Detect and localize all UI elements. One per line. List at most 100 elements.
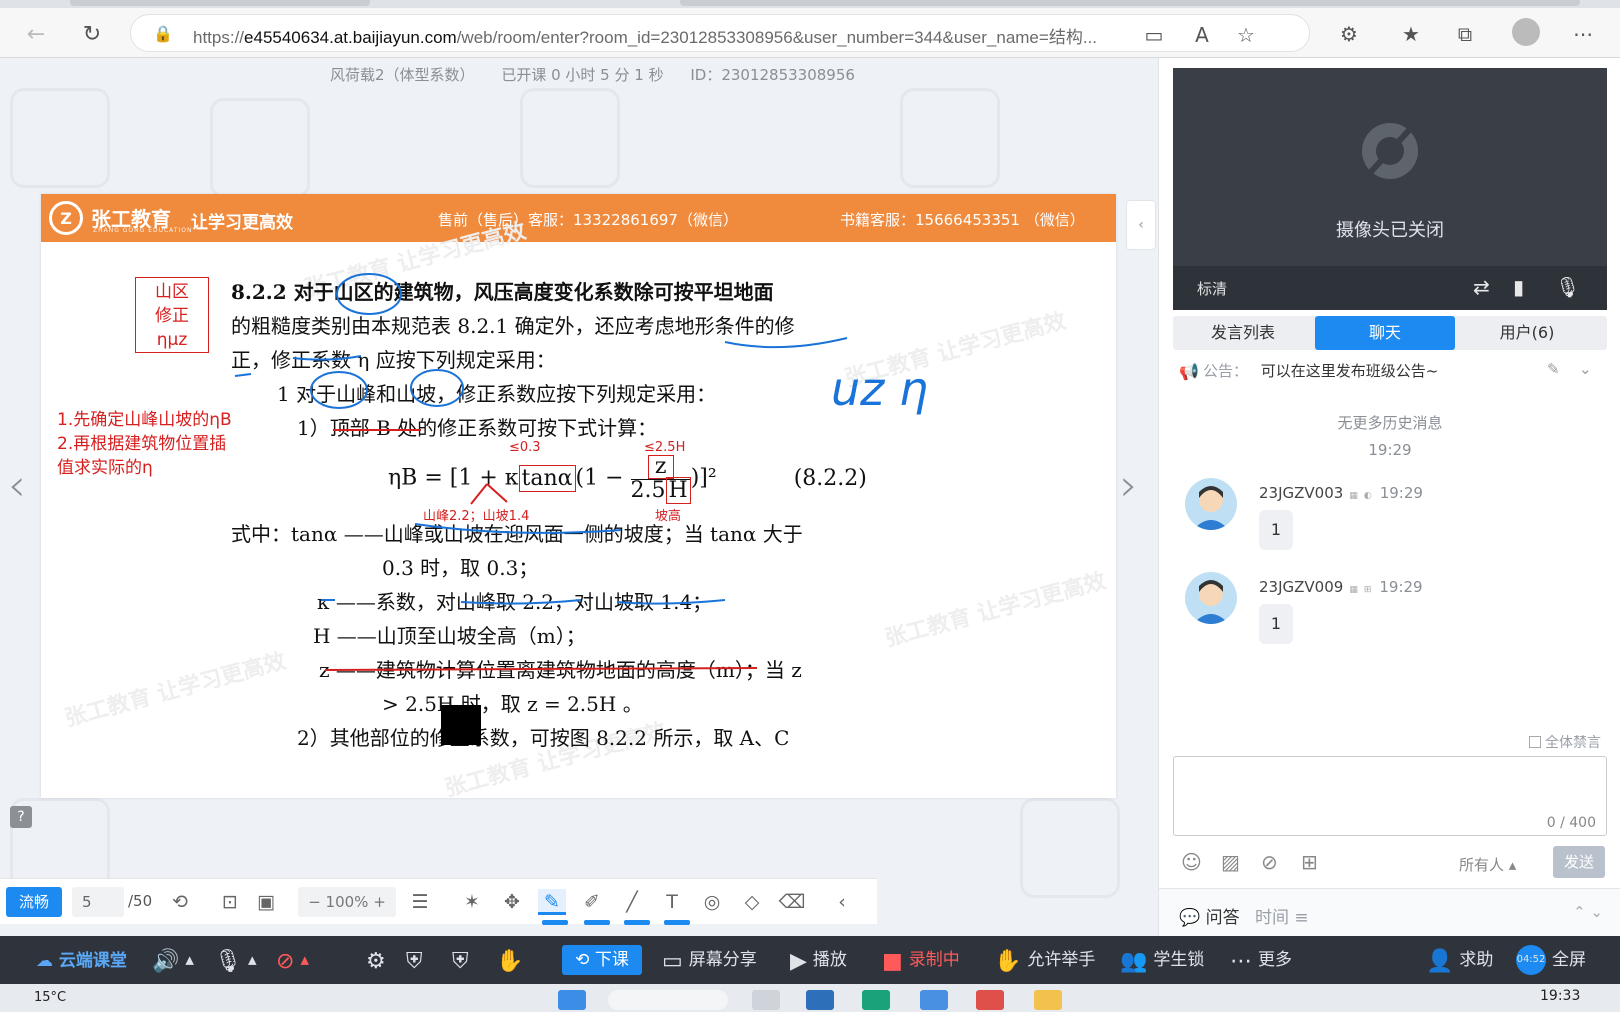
announcement-text: 可以在这里发布班级公告~ bbox=[1260, 362, 1439, 380]
profile-avatar[interactable] bbox=[1512, 18, 1540, 46]
fit-screen-icon[interactable]: ⊡ bbox=[216, 889, 244, 915]
room-id: ID：23012853308956 bbox=[690, 66, 855, 84]
avatar bbox=[1185, 478, 1237, 530]
screen-share-button[interactable]: ▭ 屏幕分享 bbox=[662, 936, 757, 984]
camera-site-icon[interactable]: ▭ bbox=[1141, 23, 1167, 47]
play-label: 播放 bbox=[812, 950, 847, 970]
edge-icon[interactable] bbox=[862, 990, 890, 1010]
address-bar[interactable]: 🔒 https://e45540634.at.baijiayun.com/web… bbox=[130, 14, 1310, 52]
tab-speaker-list[interactable]: 发言列表 bbox=[1173, 316, 1313, 350]
hand-settings-icon[interactable]: ✋ bbox=[496, 936, 529, 984]
help-icon[interactable]: ? bbox=[10, 806, 32, 828]
microphone-icon[interactable]: 🎙 bbox=[1555, 275, 1580, 299]
emoji-icon[interactable]: ☺ bbox=[1181, 850, 1202, 874]
fluency-button[interactable]: 流畅 bbox=[6, 887, 62, 917]
panel-tabs: 发言列表 聊天 用户(6) bbox=[1173, 316, 1607, 350]
student-lock-button[interactable]: 👥 学生锁 bbox=[1120, 936, 1204, 984]
camera-off-text: 摄像头已关闭 bbox=[1336, 220, 1444, 241]
megaphone-icon: 📢 bbox=[1179, 362, 1199, 381]
send-button[interactable]: 发送 bbox=[1553, 846, 1605, 878]
background-decoration bbox=[900, 88, 1000, 188]
add-shield-icon[interactable]: ⛨ bbox=[452, 936, 475, 984]
slide-toolbar: 流畅 5 /50 ⟲ ⊡ ▣ − 100% + ☰ ✶ ✥ ✎ ✐ ╱ T ◎ … bbox=[0, 878, 877, 925]
active-indicator bbox=[542, 920, 568, 925]
extensions-icon[interactable]: ⚙ bbox=[1336, 22, 1362, 46]
pen-icon[interactable]: ✎ bbox=[538, 889, 566, 915]
taskview-icon[interactable] bbox=[752, 990, 780, 1010]
notes-icon[interactable]: ☰ bbox=[406, 889, 434, 915]
text-icon[interactable]: T bbox=[658, 889, 686, 915]
move-icon[interactable]: ✥ bbox=[498, 889, 526, 915]
message-time: 19:29 bbox=[1379, 578, 1423, 596]
chevron-down-icon[interactable]: ⌄ bbox=[1579, 360, 1592, 378]
mic-icon[interactable]: 🎙 ▴ bbox=[214, 936, 256, 984]
more-button[interactable]: ⋯ 更多 bbox=[1230, 936, 1292, 984]
clear-icon[interactable]: ⌫ bbox=[778, 889, 806, 915]
tab-chat[interactable]: 聊天 bbox=[1315, 316, 1455, 350]
folder-icon[interactable] bbox=[1034, 990, 1062, 1010]
add-favorite-icon[interactable]: ☆ bbox=[1233, 23, 1259, 47]
windows-icon: ⊞ bbox=[1363, 585, 1372, 595]
speaker-icon[interactable]: 🔊 ▴ bbox=[152, 936, 194, 984]
store-icon[interactable] bbox=[806, 990, 834, 1010]
quality-label[interactable]: 标清 bbox=[1197, 278, 1227, 299]
favorites-icon[interactable]: ★ bbox=[1398, 22, 1424, 46]
elapsed-time: 已开课 0 小时 5 分 1 秒 bbox=[501, 66, 664, 84]
qa-sort[interactable]: 时间 ≡ bbox=[1255, 903, 1309, 928]
start-icon[interactable] bbox=[558, 990, 586, 1010]
message-bubble: 1 bbox=[1259, 510, 1293, 550]
fullscreen-slide-icon[interactable]: ▣ bbox=[252, 889, 280, 915]
weather-widget[interactable]: 15°C bbox=[34, 990, 66, 1005]
video-area: 摄像头已关闭 标清 ⇄ ▮ 🎙 bbox=[1173, 68, 1607, 310]
brand-name-en: ZHANG GONG EDUCATION bbox=[93, 227, 193, 234]
prev-page-arrow-icon[interactable]: ‹ bbox=[8, 460, 26, 511]
checkbox[interactable] bbox=[1529, 736, 1541, 748]
play-button[interactable]: ▶ 播放 bbox=[790, 936, 847, 984]
collapse-panel-button[interactable]: ‹ bbox=[1126, 200, 1156, 250]
page-input[interactable]: 5 bbox=[72, 887, 124, 917]
screenshot-icon[interactable]: ⊞ bbox=[1301, 850, 1318, 874]
laser-pointer-icon[interactable]: ✶ bbox=[458, 889, 486, 915]
camera-disabled-icon[interactable]: ⊘ ▴ bbox=[276, 936, 309, 984]
qa-tab[interactable]: 💬 问答 bbox=[1179, 903, 1240, 928]
browser-tab[interactable] bbox=[680, 0, 1580, 6]
mute-all-checkbox[interactable]: 全体禁言 bbox=[1529, 732, 1601, 752]
highlighter-icon[interactable]: ✐ bbox=[578, 889, 606, 915]
collections-icon[interactable]: ⧉ bbox=[1452, 22, 1478, 46]
allow-raise-hand-button[interactable]: ✋ 允许举手 bbox=[994, 936, 1095, 984]
color-indicator bbox=[664, 920, 690, 925]
settings-icon[interactable]: ⚙ bbox=[366, 936, 392, 984]
next-page-arrow-icon[interactable]: › bbox=[1120, 460, 1138, 511]
redaction-block bbox=[441, 705, 481, 745]
reload-icon[interactable]: ↻ bbox=[78, 20, 106, 48]
shield-icon[interactable]: ⛨ bbox=[406, 936, 429, 984]
read-aloud-icon[interactable]: A bbox=[1189, 23, 1215, 47]
shape-icon[interactable]: ◎ bbox=[698, 889, 726, 915]
back-icon[interactable]: ← bbox=[22, 20, 50, 48]
eraser-icon[interactable]: ◇ bbox=[738, 889, 766, 915]
switch-icon[interactable]: ⇄ bbox=[1473, 275, 1490, 299]
browser-tab[interactable] bbox=[70, 0, 370, 6]
end-class-button[interactable]: ⟲ 下课 bbox=[562, 945, 642, 975]
search-box[interactable] bbox=[608, 990, 728, 1010]
course-info-bar: 风荷载2（体型系数） 已开课 0 小时 5 分 1 秒 ID：230128533… bbox=[330, 64, 877, 85]
recipient-select[interactable]: 所有人 ▴ bbox=[1459, 854, 1516, 875]
app-icon[interactable] bbox=[976, 990, 1004, 1010]
expand-icon[interactable]: ⌃ ⌄ bbox=[1573, 903, 1603, 921]
sender-name: 23JGZV009 bbox=[1259, 578, 1344, 596]
chat-input[interactable]: 0 / 400 bbox=[1173, 756, 1607, 836]
help-button[interactable]: 👤 求助 bbox=[1426, 936, 1493, 984]
collapse-toolbar-icon[interactable]: ‹ bbox=[828, 889, 856, 915]
edit-icon[interactable]: ✎ bbox=[1547, 360, 1560, 378]
undo-icon[interactable]: ⟲ bbox=[166, 889, 194, 915]
more-menu-icon[interactable]: ⋯ bbox=[1570, 22, 1596, 46]
mail-icon[interactable] bbox=[920, 990, 948, 1010]
recording-button[interactable]: ■ 录制中 bbox=[882, 936, 960, 984]
fullscreen-button[interactable]: 04:52 全屏 bbox=[1516, 936, 1586, 984]
tab-users[interactable]: 用户(6) bbox=[1457, 316, 1597, 350]
line-icon[interactable]: ╱ bbox=[618, 889, 646, 915]
image-icon[interactable]: ▨ bbox=[1221, 850, 1240, 874]
zoom-control[interactable]: − 100% + bbox=[298, 887, 396, 917]
no-screenshot-icon[interactable]: ⊘ bbox=[1261, 850, 1278, 874]
message-header: 23JGZV009 ▦ ⊞ 19:29 bbox=[1259, 578, 1423, 596]
